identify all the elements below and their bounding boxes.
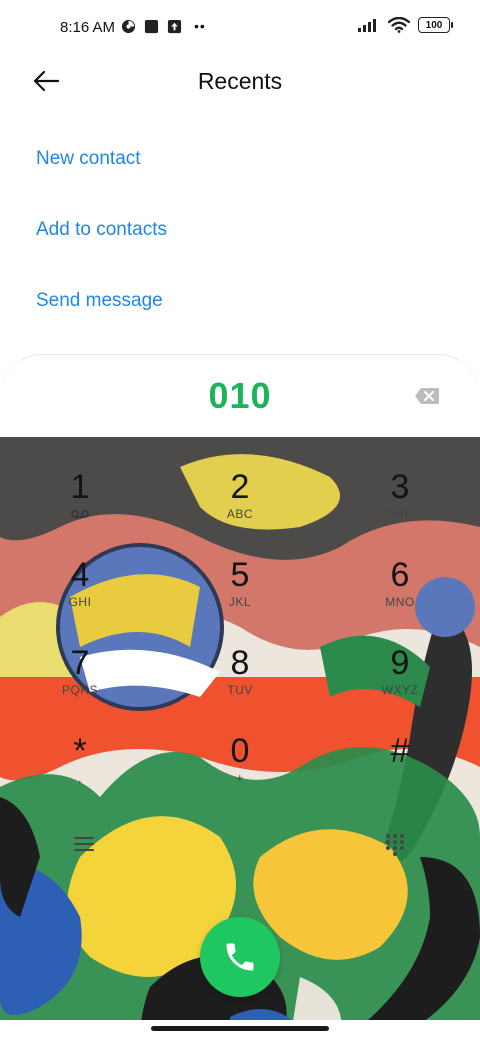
status-time: 8:16 AM	[60, 19, 116, 36]
new-contact-button[interactable]: New contact	[36, 148, 141, 170]
key-digit: 3	[390, 468, 410, 506]
keypad-toggle-button[interactable]	[375, 824, 415, 864]
key-digit: 7	[70, 644, 90, 682]
dialpad-icon	[386, 834, 404, 856]
menu-icon	[74, 837, 94, 851]
key-0[interactable]: 0 +	[185, 719, 295, 799]
key-8[interactable]: 8 TUV	[185, 631, 295, 711]
navigation-bar	[0, 1020, 480, 1040]
wifi-icon	[388, 17, 410, 33]
key-2[interactable]: 2 ABC	[185, 455, 295, 535]
voicemail-icon	[71, 510, 89, 518]
page-title: Recents	[197, 68, 283, 94]
key-digit: #	[390, 732, 410, 770]
battery-level: 100	[425, 19, 443, 31]
home-indicator[interactable]	[151, 1026, 329, 1031]
key-letters: JKL	[228, 595, 252, 609]
data-usage-icon	[121, 19, 136, 34]
status-more-dots: ••	[194, 18, 206, 34]
status-right-icons: 100	[358, 17, 453, 33]
phone-icon	[226, 943, 254, 971]
call-button[interactable]	[200, 917, 280, 997]
key-9[interactable]: 9 WXYZ	[345, 631, 455, 711]
dialer-panel: 010 1 2 ABC 3 DEF 4 GHI 5 JKL 6 MNO 7 PQ…	[0, 354, 480, 1040]
send-message-button[interactable]: Send message	[36, 290, 163, 312]
number-bar: 010	[0, 354, 480, 438]
key-letters: ,	[78, 771, 82, 785]
key-star[interactable]: * ,	[25, 719, 135, 799]
menu-button[interactable]	[64, 824, 104, 864]
key-letters: WXYZ	[381, 683, 419, 697]
key-4[interactable]: 4 GHI	[25, 543, 135, 623]
key-digit: 1	[70, 468, 90, 506]
key-digit: 0	[230, 732, 250, 770]
backspace-button[interactable]	[414, 387, 440, 405]
key-1[interactable]: 1	[25, 455, 135, 535]
key-digit: *	[73, 732, 87, 770]
key-letters: GHI	[68, 595, 92, 609]
key-digit: 8	[230, 644, 250, 682]
key-digit: 4	[70, 556, 90, 594]
add-to-contacts-button[interactable]: Add to contacts	[36, 219, 167, 241]
key-letters: TUV	[227, 683, 253, 697]
notification-square-icon	[144, 19, 159, 34]
key-letters: +	[236, 771, 244, 785]
backspace-icon	[415, 388, 439, 404]
key-5[interactable]: 5 JKL	[185, 543, 295, 623]
key-digit: 6	[390, 556, 410, 594]
status-bar: 8:16 AM •• 100	[0, 0, 480, 56]
key-digit: 9	[390, 644, 410, 682]
keypad: 1 2 ABC 3 DEF 4 GHI 5 JKL 6 MNO 7 PQRS 8…	[0, 437, 480, 1040]
key-7[interactable]: 7 PQRS	[25, 631, 135, 711]
key-letters: ABC	[226, 507, 254, 521]
status-left-icons: ••	[121, 19, 206, 34]
key-6[interactable]: 6 MNO	[345, 543, 455, 623]
dialed-number: 010	[208, 375, 272, 416]
signal-icon	[358, 19, 376, 32]
key-letters: MNO	[385, 595, 415, 609]
key-letters: PQRS	[61, 683, 98, 697]
key-digit: 5	[230, 556, 250, 594]
key-3[interactable]: 3 DEF	[345, 455, 455, 535]
key-digit: 2	[230, 468, 250, 506]
key-letters: DEF	[387, 507, 413, 521]
key-hash[interactable]: #	[345, 719, 455, 799]
upload-icon	[167, 19, 182, 34]
header: Recents	[0, 56, 480, 108]
battery-icon: 100	[418, 17, 453, 33]
